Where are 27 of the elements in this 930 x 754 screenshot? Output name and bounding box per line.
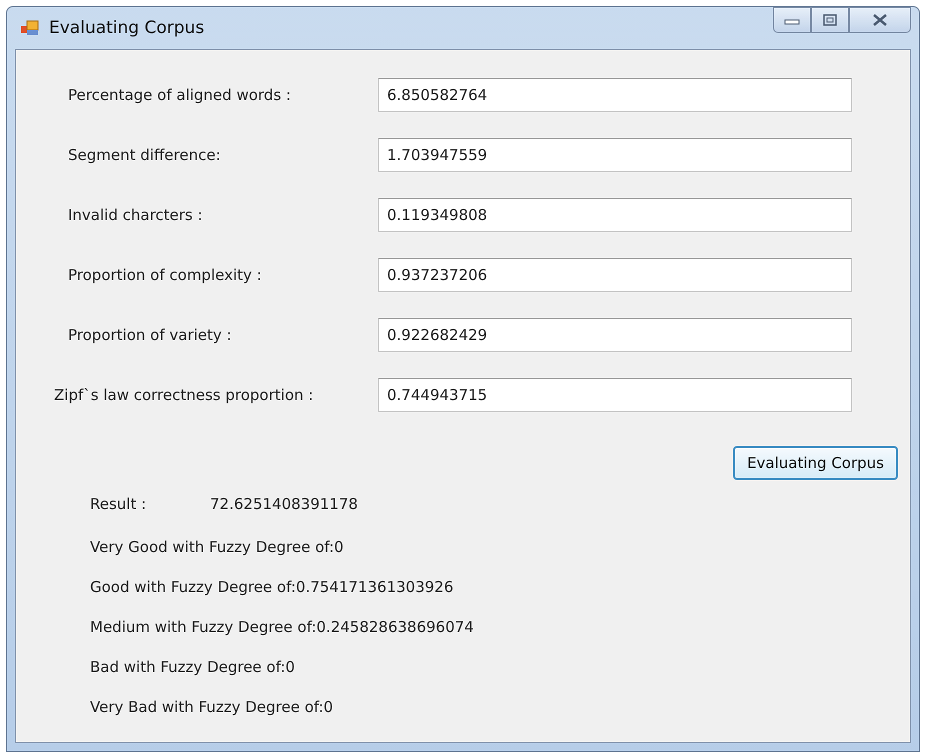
input-field[interactable]: 0.744943715 [378, 378, 852, 412]
field-label: Invalid charcters : [67, 206, 204, 224]
input-field[interactable]: 0.922682429 [378, 318, 852, 352]
field-label: Percentage of aligned words : [67, 86, 292, 104]
fuzzy-degree-text: Very Bad with Fuzzy Degree of:0 [89, 697, 334, 718]
close-button[interactable] [849, 7, 911, 33]
input-field[interactable]: 1.703947559 [378, 138, 852, 172]
fuzzy-degree-text: Very Good with Fuzzy Degree of:0 [89, 537, 345, 558]
result-label: Result : [90, 495, 148, 513]
field-label: Segment difference: [67, 146, 222, 164]
fuzzy-degree-text: Bad with Fuzzy Degree of:0 [89, 657, 296, 678]
field-label: Proportion of variety : [67, 326, 233, 344]
input-field[interactable]: 0.119349808 [378, 198, 852, 232]
evaluate-button[interactable]: Evaluating Corpus [733, 446, 898, 480]
window-title: Evaluating Corpus [49, 18, 204, 38]
field-label: Proportion of complexity : [67, 266, 263, 284]
input-field[interactable]: 6.850582764 [378, 78, 852, 112]
minimize-button[interactable] [773, 7, 811, 33]
input-field[interactable]: 0.937237206 [378, 258, 852, 292]
maximize-icon [823, 14, 837, 26]
fuzzy-degree-text: Good with Fuzzy Degree of:0.754171361303926 [89, 577, 454, 598]
close-icon [872, 14, 888, 26]
fuzzy-degree-text: Medium with Fuzzy Degree of:0.245828638696074 [89, 617, 475, 638]
maximize-button[interactable] [811, 7, 849, 33]
field-label: Zipf`s law correctness proportion : [53, 386, 314, 404]
result-value: 72.6251408391178 [210, 495, 358, 513]
app-icon [21, 20, 39, 36]
